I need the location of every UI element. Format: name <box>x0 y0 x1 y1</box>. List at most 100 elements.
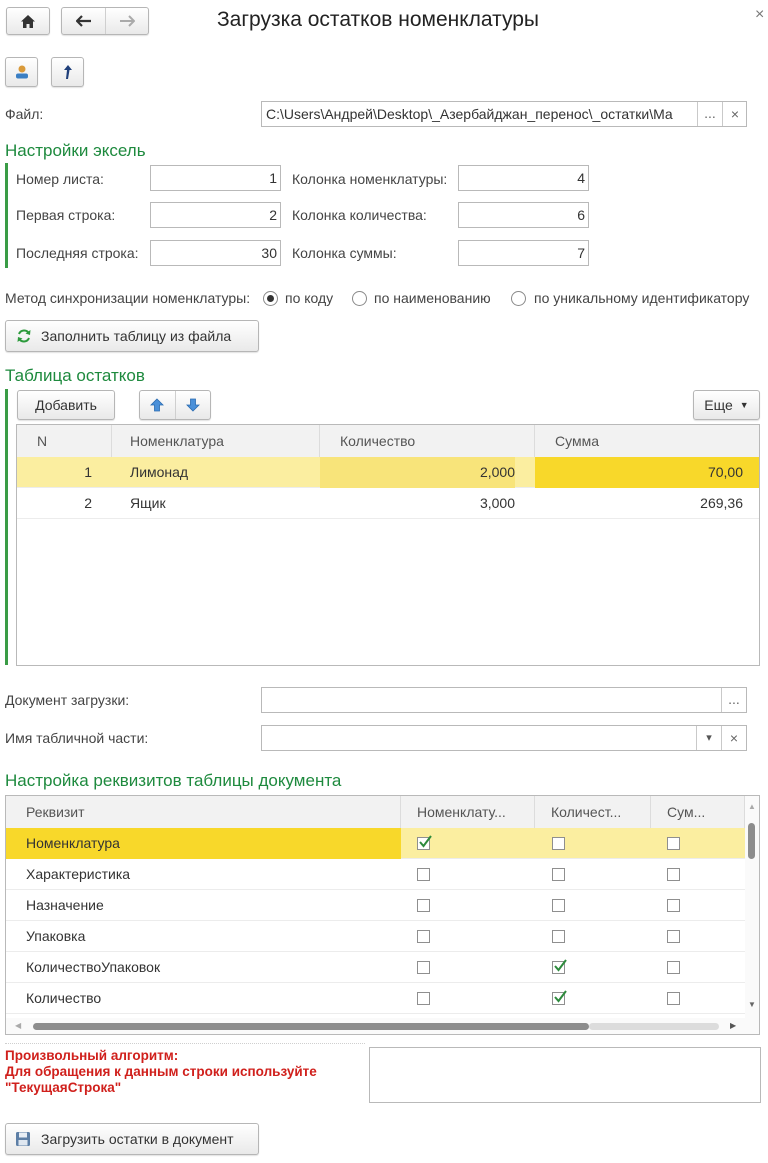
checkbox-qty[interactable] <box>552 959 567 974</box>
col-header-sum[interactable]: Сумма <box>535 425 759 457</box>
checkbox-nom[interactable] <box>417 868 430 881</box>
fill-from-file-button[interactable]: Заполнить таблицу из файла <box>5 320 259 352</box>
attr-name: Упаковка <box>26 928 86 944</box>
checkbox-nom[interactable] <box>417 992 430 1005</box>
attrs-col-name[interactable]: Реквизит <box>6 796 401 828</box>
attrs-col-sum[interactable]: Сум... <box>651 796 745 828</box>
fill-from-file-label: Заполнить таблицу из файла <box>41 328 232 344</box>
radio-by-name-label[interactable]: по наименованию <box>374 290 491 306</box>
table-row[interactable]: КоличествоУпаковок <box>6 952 745 983</box>
checkbox-sum[interactable] <box>667 930 680 943</box>
home-icon <box>21 14 35 28</box>
clear-icon[interactable]: × <box>722 102 747 126</box>
sheet-label: Номер листа: <box>16 171 104 187</box>
scroll-thumb-v[interactable] <box>748 823 755 859</box>
radio-by-name[interactable] <box>352 291 367 306</box>
close-icon[interactable]: × <box>755 6 764 24</box>
tabpart-select[interactable]: ▾ × <box>261 725 747 751</box>
nav-group <box>61 7 149 35</box>
row-qty: 2,000 <box>320 457 515 488</box>
home-button[interactable] <box>6 7 50 35</box>
table-row[interactable]: 2 Ящик 3,000 269,36 <box>17 488 759 519</box>
file-path-field[interactable]: C:\Users\Андрей\Desktop\_Азербайджан_пер… <box>261 101 747 127</box>
scroll-left-icon[interactable]: ◀ <box>15 1021 21 1030</box>
stock-table[interactable]: N Номенклатура Количество Сумма 1 Лимона… <box>16 424 760 666</box>
checkbox-sum[interactable] <box>667 868 680 881</box>
excel-settings-bar <box>5 163 8 268</box>
scroll-thumb-h[interactable] <box>33 1023 589 1030</box>
table-row[interactable]: Характеристика <box>6 859 745 890</box>
col-header-qty[interactable]: Количество <box>320 425 535 457</box>
scroll-track-h <box>589 1023 719 1030</box>
arrow-up-icon <box>63 65 72 79</box>
attr-name: Назначение <box>26 897 104 913</box>
checkbox-nom[interactable] <box>417 835 432 850</box>
last-row-input[interactable]: 30 <box>150 240 281 266</box>
attrs-table[interactable]: Реквизит Номенклату... Количест... Сум..… <box>5 795 760 1035</box>
qty-col-label: Колонка количества: <box>292 207 427 223</box>
checkbox-sum[interactable] <box>667 992 680 1005</box>
checkbox-sum[interactable] <box>667 961 680 974</box>
col-header-name[interactable]: Номенклатура <box>112 425 320 457</box>
more-button[interactable]: Еще ▼ <box>693 390 760 420</box>
table-row[interactable]: 1 Лимонад 2,000 70,00 <box>17 457 759 488</box>
doc-input[interactable]: ... <box>261 687 747 713</box>
import-button[interactable] <box>51 57 84 87</box>
row-name: Лимонад <box>130 464 189 480</box>
algo-divider <box>5 1043 365 1044</box>
table-row[interactable]: Назначение <box>6 890 745 921</box>
checkbox-sum[interactable] <box>667 899 680 912</box>
checkbox-qty[interactable] <box>552 868 565 881</box>
move-down-icon <box>185 398 200 412</box>
move-up-button[interactable] <box>140 391 176 419</box>
table-row[interactable]: Номенклатура <box>6 828 745 859</box>
tabpart-dropdown-icon[interactable]: ▾ <box>696 726 721 750</box>
sum-col-label: Колонка суммы: <box>292 245 397 261</box>
user-settings-button[interactable] <box>5 57 38 87</box>
last-row-label: Последняя строка: <box>16 245 139 261</box>
checkbox-sum[interactable] <box>667 837 680 850</box>
checkbox-nom[interactable] <box>417 961 430 974</box>
algo-textarea[interactable] <box>369 1047 761 1103</box>
radio-by-code-label[interactable]: по коду <box>285 290 333 306</box>
scroll-up-icon[interactable]: ▲ <box>748 802 756 811</box>
nom-col-input[interactable]: 4 <box>458 165 589 191</box>
doc-label: Документ загрузки: <box>5 692 130 708</box>
browse-button[interactable]: ... <box>697 102 722 126</box>
radio-by-uuid-label[interactable]: по уникальному идентификатору <box>534 290 749 306</box>
attr-name: Номенклатура <box>6 828 401 859</box>
table-row[interactable]: Количество <box>6 983 745 1014</box>
doc-browse-button[interactable]: ... <box>721 688 746 712</box>
row-sum: 269,36 <box>700 495 743 511</box>
checkbox-nom[interactable] <box>417 899 430 912</box>
attr-name: Характеристика <box>26 866 131 882</box>
checkbox-qty[interactable] <box>552 930 565 943</box>
checkbox-qty[interactable] <box>552 899 565 912</box>
table-row[interactable]: Упаковка <box>6 921 745 952</box>
sheet-number-input[interactable]: 1 <box>150 165 281 191</box>
radio-by-uuid[interactable] <box>511 291 526 306</box>
forward-button[interactable] <box>106 8 148 34</box>
checkbox-qty[interactable] <box>552 990 567 1005</box>
move-down-button[interactable] <box>176 391 211 419</box>
sum-col-input[interactable]: 7 <box>458 240 589 266</box>
back-button[interactable] <box>62 8 107 34</box>
attrs-col-nom[interactable]: Номенклату... <box>401 796 535 828</box>
add-button[interactable]: Добавить <box>17 390 115 420</box>
qty-col-input[interactable]: 6 <box>458 202 589 228</box>
vertical-scrollbar[interactable]: ▲ ▼ <box>745 796 759 1018</box>
arrow-right-icon <box>120 15 136 27</box>
algo-caption: Произвольный алгоритм: Для обращения к д… <box>5 1048 317 1096</box>
checkbox-nom[interactable] <box>417 930 430 943</box>
tabpart-clear-icon[interactable]: × <box>721 726 746 750</box>
attrs-col-qty[interactable]: Количест... <box>535 796 651 828</box>
load-to-document-button[interactable]: Загрузить остатки в документ <box>5 1123 259 1155</box>
col-header-n[interactable]: N <box>17 425 112 457</box>
first-row-input[interactable]: 2 <box>150 202 281 228</box>
checkbox-qty[interactable] <box>552 837 565 850</box>
user-icon <box>15 65 28 79</box>
scroll-right-icon[interactable]: ▶ <box>730 1021 736 1030</box>
scroll-down-icon[interactable]: ▼ <box>748 1000 756 1009</box>
radio-by-code[interactable] <box>263 291 278 306</box>
horizontal-scrollbar[interactable]: ◀ ▶ <box>6 1018 759 1034</box>
